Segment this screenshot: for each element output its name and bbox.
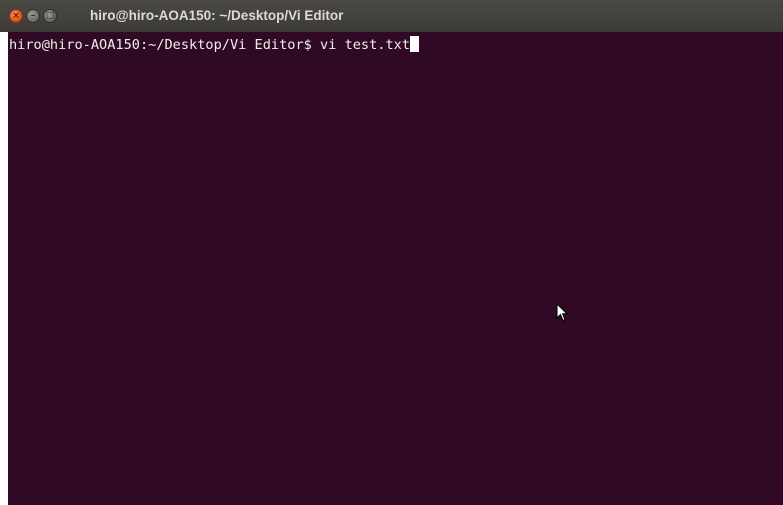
title-bar[interactable]: × – □ hiro@hiro-AOA150: ~/Desktop/Vi Edi…	[0, 0, 783, 32]
mouse-pointer-icon	[556, 303, 568, 322]
shell-prompt: hiro@hiro-AOA150:~/Desktop/Vi Editor$	[9, 37, 312, 53]
window-title: hiro@hiro-AOA150: ~/Desktop/Vi Editor	[90, 8, 344, 23]
command-line: hiro@hiro-AOA150:~/Desktop/Vi Editor$ vi…	[9, 36, 420, 54]
close-icon[interactable]: ×	[9, 9, 23, 23]
minimize-icon[interactable]: –	[26, 9, 40, 23]
terminal-window: × – □ hiro@hiro-AOA150: ~/Desktop/Vi Edi…	[0, 0, 783, 505]
terminal-area[interactable]: hiro@hiro-AOA150:~/Desktop/Vi Editor$ vi…	[8, 32, 783, 505]
typed-command: vi test.txt	[311, 37, 411, 53]
text-cursor	[410, 36, 420, 52]
window-controls: × – □	[9, 9, 57, 25]
maximize-icon[interactable]: □	[43, 9, 57, 23]
